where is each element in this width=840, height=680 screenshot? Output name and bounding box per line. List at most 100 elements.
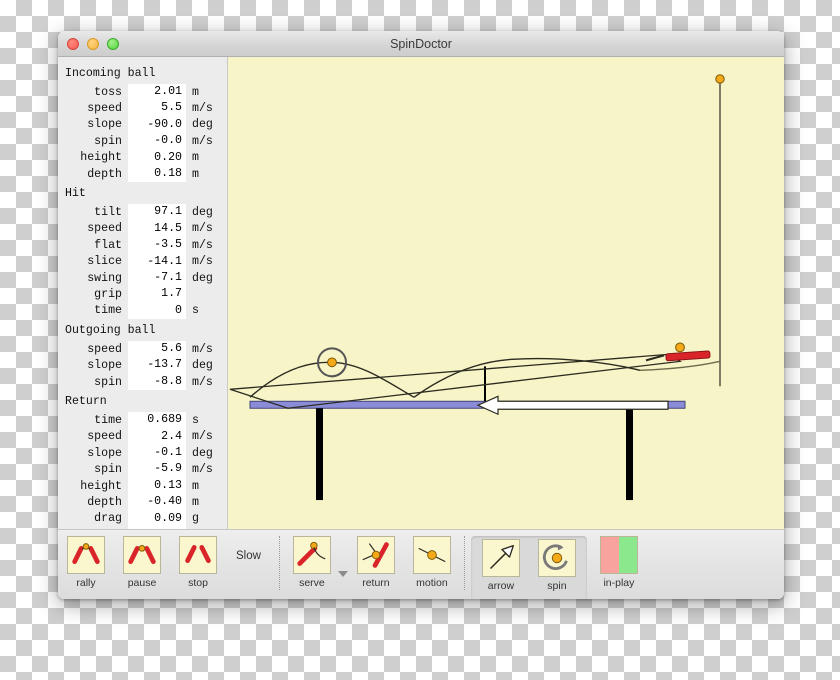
- param-row-time[interactable]: time 0 s: [58, 302, 227, 320]
- param-value-field[interactable]: 0.20: [128, 149, 186, 166]
- param-row-spin[interactable]: spin -5.9 m/s: [58, 461, 227, 478]
- stop-button[interactable]: stop: [174, 536, 222, 589]
- param-label: depth: [87, 167, 122, 181]
- param-row-toss[interactable]: toss 2.01 m: [58, 84, 227, 101]
- param-value-field[interactable]: 2.4: [128, 428, 186, 446]
- param-unit: m: [192, 85, 199, 99]
- param-row-slice[interactable]: slice -14.1 m/s: [58, 253, 227, 270]
- param-value-field[interactable]: -0.0: [128, 133, 186, 150]
- section-title: Hit: [65, 187, 86, 201]
- toolbar-divider-1: [278, 536, 280, 590]
- window-controls: [67, 37, 119, 50]
- swing-path-outline: [229, 353, 683, 409]
- param-label: height: [80, 151, 122, 165]
- param-row-depth[interactable]: depth -0.40 m: [58, 494, 227, 511]
- trajectory-tail: [639, 360, 721, 372]
- param-row-grip[interactable]: grip 1.7: [58, 286, 227, 303]
- arrow-label: arrow: [487, 580, 515, 592]
- param-unit: deg: [192, 206, 213, 220]
- param-value-field[interactable]: 0.689: [128, 412, 186, 429]
- table-leg-right: [626, 408, 633, 501]
- param-value-field[interactable]: 14.5: [128, 220, 186, 238]
- param-value-field[interactable]: -5.9: [128, 461, 186, 478]
- param-label: slope: [87, 446, 122, 460]
- param-label: tilt: [94, 206, 122, 220]
- param-value-field[interactable]: -8.8: [128, 373, 186, 391]
- param-row-swing[interactable]: swing -7.1 deg: [58, 269, 227, 287]
- param-label: toss: [94, 85, 122, 99]
- param-value-field[interactable]: 0.18: [128, 165, 186, 183]
- close-button[interactable]: [67, 37, 79, 50]
- param-row-speed[interactable]: speed 5.6 m/s: [58, 341, 227, 358]
- param-label: time: [94, 304, 122, 318]
- param-value-field[interactable]: -7.1: [128, 269, 186, 287]
- param-value-field[interactable]: -13.7: [128, 357, 186, 374]
- param-value-field[interactable]: 0: [128, 302, 186, 320]
- param-row-drag[interactable]: drag 0.09 g: [58, 510, 227, 527]
- section-outgoing-ball: Outgoing ball speed 5.6 m/s slope -13.7 …: [58, 321, 227, 391]
- toss-ball: [715, 74, 725, 84]
- speed-indicator[interactable]: Slow: [226, 536, 275, 576]
- param-row-slope[interactable]: slope -13.7 deg: [58, 357, 227, 374]
- param-unit: deg: [192, 271, 213, 285]
- param-unit: deg: [192, 359, 213, 373]
- param-row-tilt[interactable]: tilt 97.1 deg: [58, 204, 227, 221]
- arrow-cursor-icon: [481, 539, 520, 577]
- direction-arrow-shape: [476, 395, 669, 416]
- param-row-flat[interactable]: flat -3.5 m/s: [58, 237, 227, 254]
- param-label: depth: [87, 495, 122, 509]
- param-value-field[interactable]: 1.7: [128, 286, 186, 303]
- param-row-slope[interactable]: slope -0.1 deg: [58, 445, 227, 462]
- param-unit: g: [192, 512, 199, 526]
- param-row-spin[interactable]: spin -8.8 m/s: [58, 373, 227, 391]
- param-value-field[interactable]: 97.1: [128, 204, 186, 221]
- param-row-speed[interactable]: speed 2.4 m/s: [58, 428, 227, 446]
- rally-label: rally: [76, 577, 96, 589]
- spin-tool-button[interactable]: spin: [533, 539, 581, 592]
- param-row-spin[interactable]: spin -0.0 m/s: [58, 133, 227, 150]
- return-button[interactable]: return: [352, 536, 400, 589]
- in-play-indicator[interactable]: in-play: [595, 536, 643, 589]
- param-value-field[interactable]: 5.6: [128, 341, 186, 358]
- param-unit: m: [192, 167, 199, 181]
- param-value-field[interactable]: 0.13: [128, 477, 186, 495]
- parameters-sidebar: Incoming ball toss 2.01 m speed 5.5 m/s …: [58, 57, 227, 529]
- zoom-button[interactable]: [107, 37, 119, 50]
- param-row-slope[interactable]: slope -90.0 deg: [58, 116, 227, 134]
- param-value-field[interactable]: -3.5: [128, 237, 186, 254]
- param-value-field[interactable]: 5.5: [128, 100, 186, 117]
- param-row-height[interactable]: height 0.20 m: [58, 149, 227, 166]
- param-value-field[interactable]: -14.1: [128, 253, 186, 270]
- spin-indicator-arrow: [331, 368, 345, 378]
- param-value-field[interactable]: -90.0: [128, 116, 186, 134]
- param-row-speed[interactable]: speed 5.5 m/s: [58, 100, 227, 117]
- param-row-depth[interactable]: depth 0.18 m: [58, 165, 227, 183]
- window-titlebar: SpinDoctor: [58, 31, 784, 57]
- param-label: spin: [94, 463, 122, 477]
- param-value-field[interactable]: -0.40: [128, 494, 186, 511]
- param-value-field[interactable]: 2.01: [128, 84, 186, 101]
- serve-button[interactable]: serve: [288, 536, 336, 589]
- table-leg-left: [316, 408, 323, 501]
- pause-button[interactable]: pause: [118, 536, 166, 589]
- serve-dropdown-icon[interactable]: [337, 571, 348, 577]
- in-play-label: in-play: [603, 577, 635, 589]
- param-unit: m: [192, 495, 199, 509]
- arrow-tool-button[interactable]: arrow: [477, 539, 525, 592]
- simulation-canvas[interactable]: [227, 57, 784, 529]
- param-row-speed[interactable]: speed 14.5 m/s: [58, 220, 227, 238]
- motion-button[interactable]: motion: [408, 536, 456, 589]
- param-label: speed: [87, 222, 122, 236]
- serve-paddle-icon: [292, 536, 331, 574]
- param-unit: m/s: [192, 375, 213, 389]
- mode-group: serve return motion: [284, 536, 460, 599]
- param-unit: m/s: [192, 238, 213, 252]
- rally-button[interactable]: rally: [62, 536, 110, 589]
- minimize-button[interactable]: [87, 37, 99, 50]
- racket-blade: [665, 350, 711, 362]
- param-label: speed: [87, 102, 122, 116]
- param-row-time[interactable]: time 0.689 s: [58, 412, 227, 429]
- param-row-height[interactable]: height 0.13 m: [58, 477, 227, 495]
- param-value-field[interactable]: 0.09: [128, 510, 186, 527]
- param-value-field[interactable]: -0.1: [128, 445, 186, 462]
